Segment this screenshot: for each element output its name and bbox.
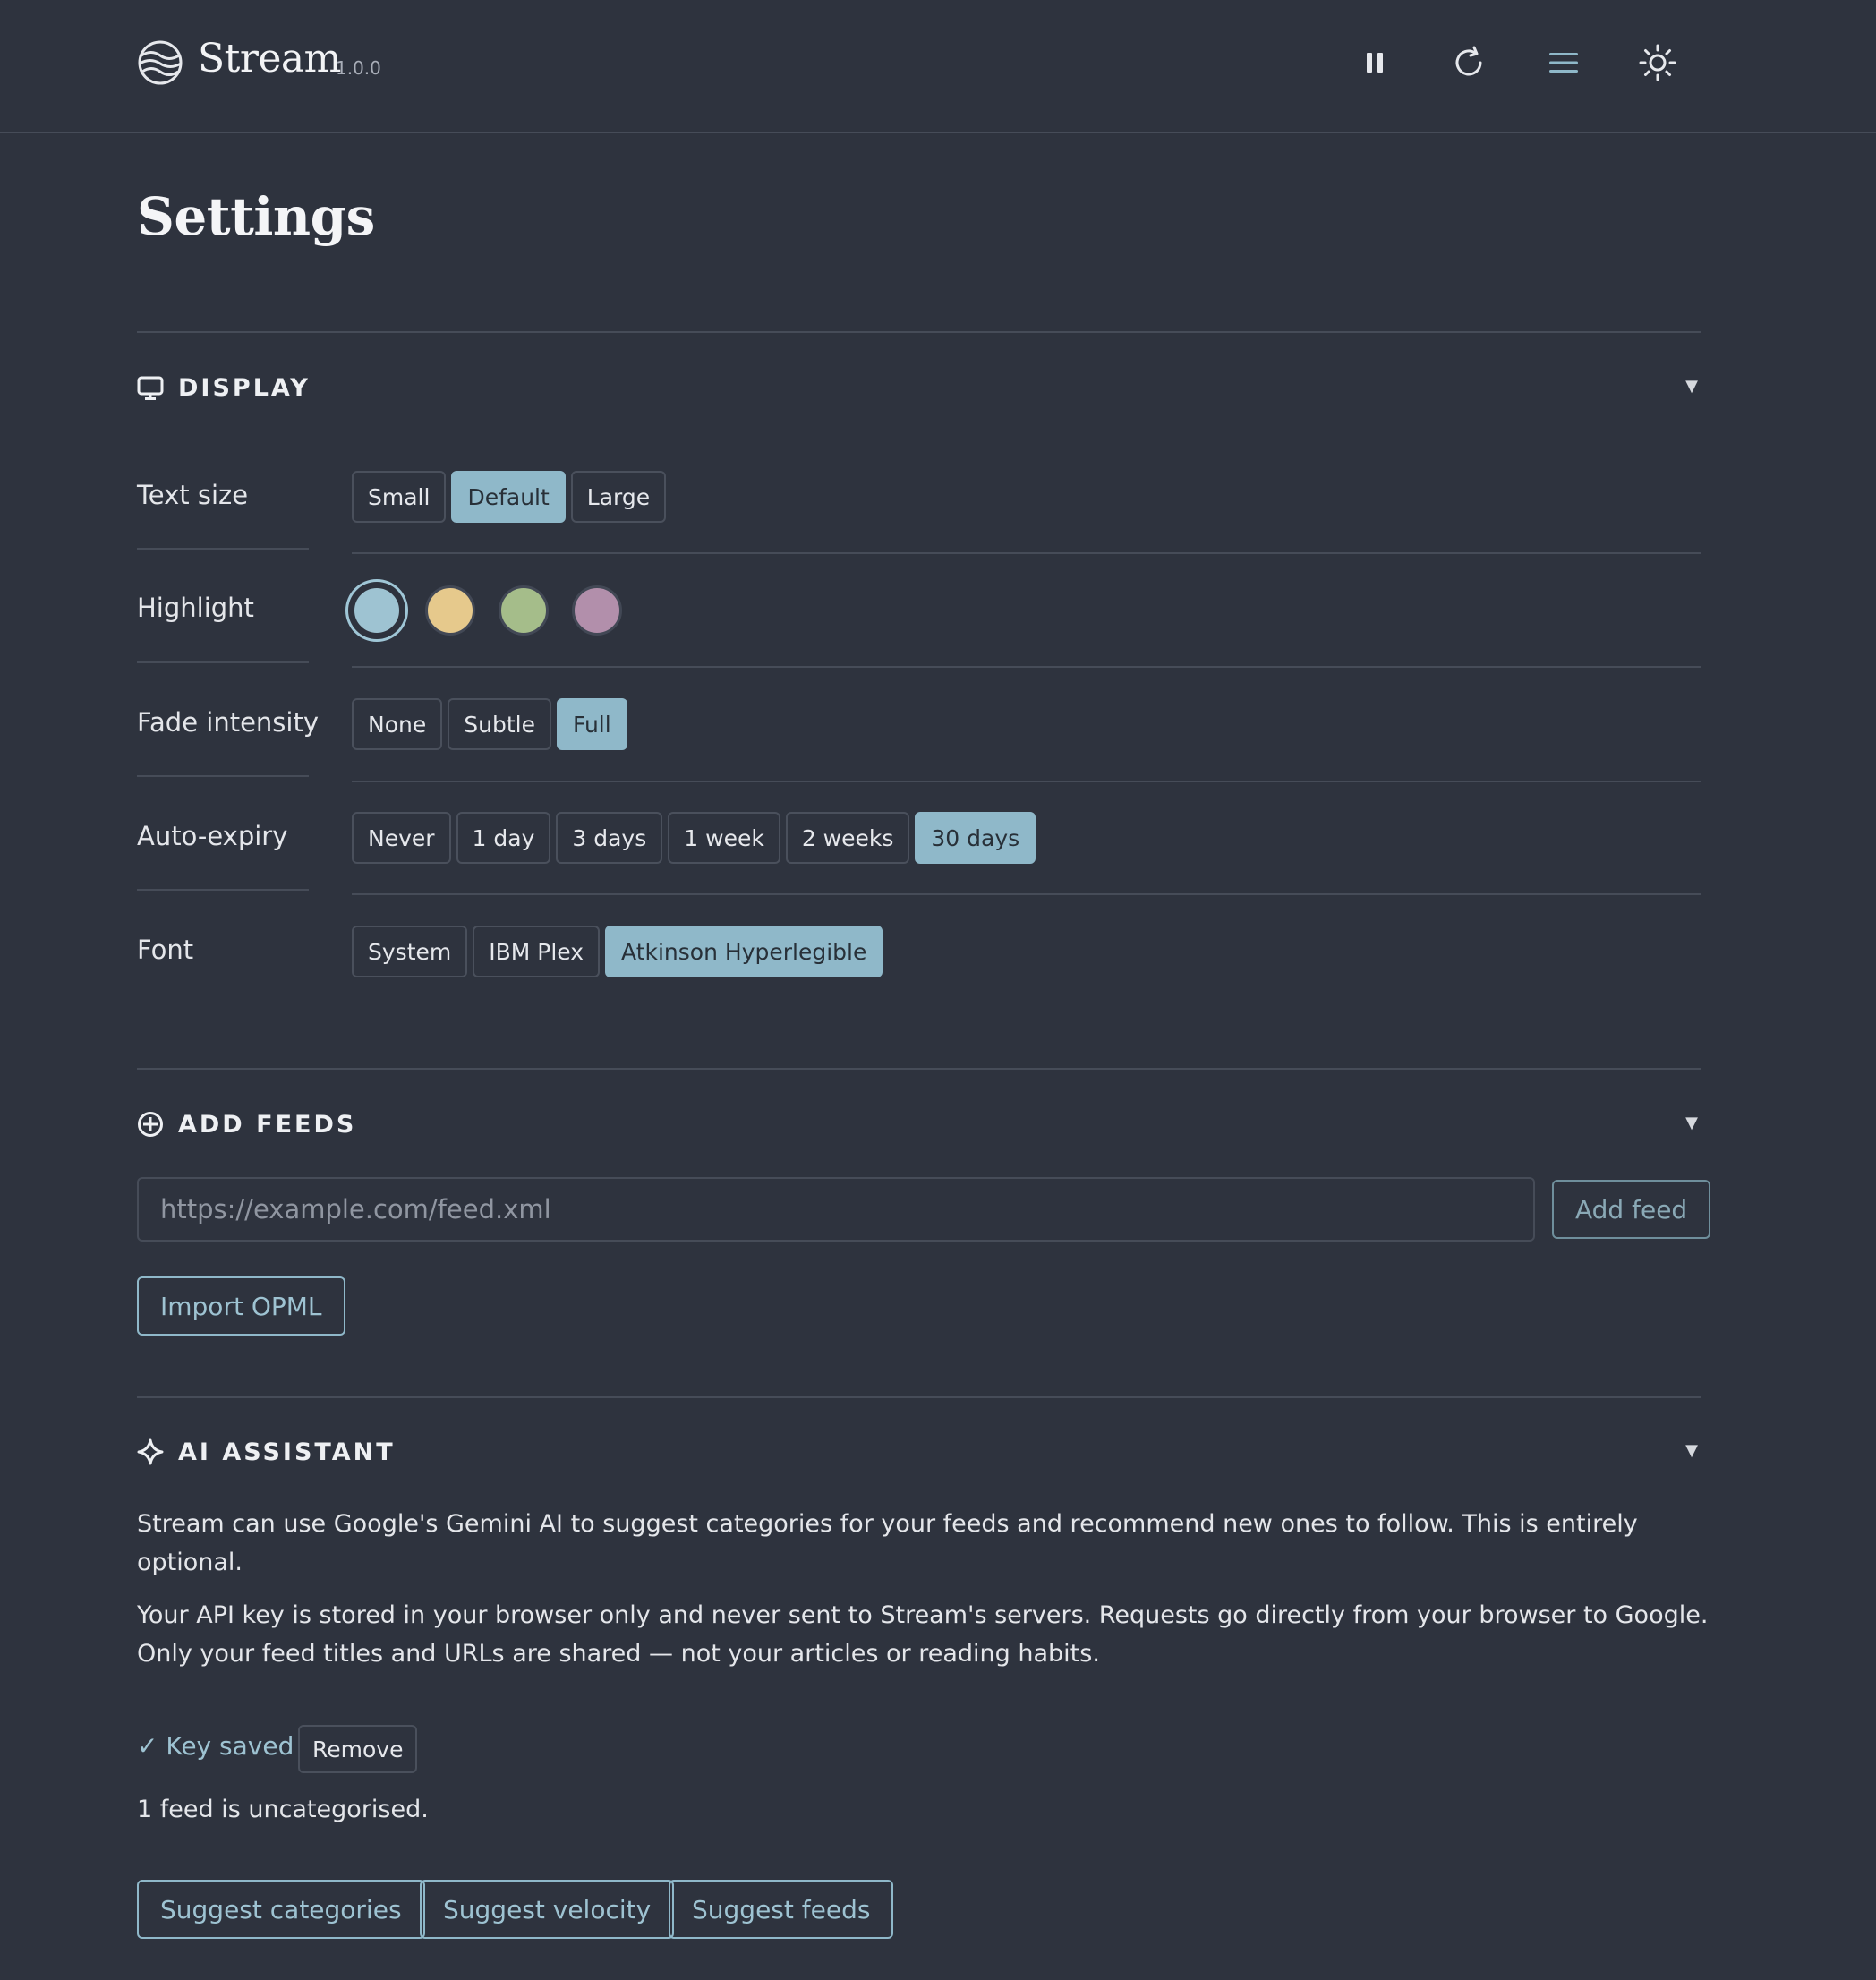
chevron-down-icon[interactable]: ▼ [1685,377,1698,396]
menu-icon [1549,53,1578,73]
app-name: Stream [198,36,341,81]
fade-full-button[interactable]: Full [556,698,627,750]
expiry-1-week-button[interactable]: 1 week [668,812,780,864]
fade-none-button[interactable]: None [352,698,443,750]
auto-expiry-label: Auto-expiry [137,821,288,851]
add-feed-button[interactable]: Add feed [1552,1180,1711,1239]
expiry-1-day-button[interactable]: 1 day [456,812,551,864]
font-atkinson-button[interactable]: Atkinson Hyperlegible [605,926,883,977]
page-title: Settings [137,186,375,247]
highlight-swatch-blue[interactable] [352,585,402,636]
text-size-label: Text size [137,480,249,510]
ai-intro-text: Stream can use Google's Gemini AI to sug… [137,1510,1638,1576]
section-divider [137,1396,1701,1398]
display-section-title: DISPLAY [178,373,311,402]
section-divider [137,1068,1701,1070]
ai-assistant-section-title: AI ASSISTANT [178,1438,396,1466]
monitor-icon [137,376,164,400]
highlight-swatch-green[interactable] [499,585,549,636]
remove-key-button[interactable]: Remove [298,1725,418,1773]
auto-expiry-selector: Never 1 day 3 days 1 week 2 weeks 30 day… [352,812,1036,864]
suggest-feeds-button[interactable]: Suggest feeds [669,1880,894,1939]
theme-toggle-button[interactable] [1631,36,1684,90]
add-feeds-section-header[interactable]: ADD FEEDS ▼ [137,1106,1701,1142]
font-system-button[interactable]: System [352,926,468,977]
expiry-3-days-button[interactable]: 3 days [556,812,663,864]
import-opml-button[interactable]: Import OPML [137,1276,345,1336]
chevron-down-icon[interactable]: ▼ [1685,1441,1698,1460]
text-size-default-button[interactable]: Default [451,471,566,523]
key-saved-status: ✓ Key saved [137,1731,294,1761]
text-size-small-button[interactable]: Small [352,471,447,523]
stream-logo-icon [138,40,183,85]
font-selector: System IBM Plex Atkinson Hyperlegible [352,926,883,977]
highlight-swatch-purple[interactable] [572,585,622,636]
pause-button[interactable] [1348,36,1402,90]
expiry-never-button[interactable]: Never [352,812,451,864]
fade-intensity-selector: None Subtle Full [352,698,627,750]
sparkle-icon [137,1438,164,1465]
chevron-down-icon[interactable]: ▼ [1685,1114,1698,1132]
refresh-icon [1455,46,1482,76]
add-feeds-section-title: ADD FEEDS [178,1110,357,1139]
text-size-large-button[interactable]: Large [570,471,667,523]
sun-icon [1639,44,1676,81]
display-section-header[interactable]: DISPLAY ▼ [137,370,1701,405]
app-header: Stream 1.0.0 [0,0,1876,133]
pause-icon [1367,53,1383,73]
highlight-swatch-yellow[interactable] [425,585,475,636]
suggest-velocity-button[interactable]: Suggest velocity [420,1880,675,1939]
font-label: Font [137,935,194,965]
fade-intensity-label: Fade intensity [137,707,319,738]
expiry-2-weeks-button[interactable]: 2 weeks [785,812,910,864]
text-size-selector: Small Default Large [352,471,667,523]
ai-privacy-text: Your API key is stored in your browser o… [137,1601,1709,1668]
feed-url-input[interactable] [137,1177,1535,1242]
uncategorised-count-text: 1 feed is uncategorised. [137,1796,429,1823]
fade-subtle-button[interactable]: Subtle [448,698,551,750]
app-version: 1.0.0 [336,57,381,79]
suggest-categories-button[interactable]: Suggest categories [137,1880,425,1939]
font-ibm-plex-button[interactable]: IBM Plex [473,926,601,977]
expiry-30-days-button[interactable]: 30 days [915,812,1036,864]
highlight-label: Highlight [137,593,254,623]
section-divider [137,331,1701,333]
add-circle-icon [138,1112,163,1137]
ai-assistant-section-header[interactable]: AI ASSISTANT ▼ [137,1434,1701,1470]
refresh-button[interactable] [1442,36,1496,90]
menu-button[interactable] [1537,36,1590,90]
